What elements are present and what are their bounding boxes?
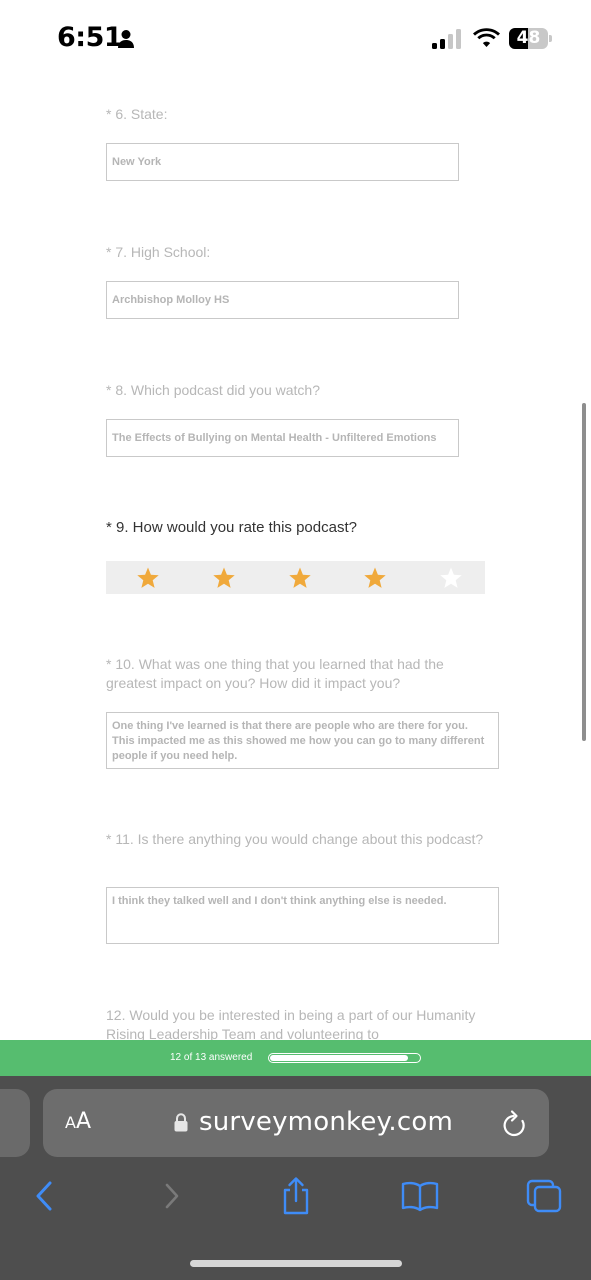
share-icon xyxy=(283,1177,309,1215)
progress-bar-fill xyxy=(270,1055,408,1061)
scrollbar-thumb[interactable] xyxy=(582,403,586,741)
reload-icon[interactable] xyxy=(501,1109,528,1139)
person-icon xyxy=(118,30,134,48)
home-indicator xyxy=(190,1260,402,1267)
back-button[interactable] xyxy=(24,1176,64,1216)
question-6-label: * 6. State: xyxy=(106,106,168,122)
status-bar: 6:51 48 xyxy=(0,0,591,70)
signal-icon xyxy=(432,29,461,49)
forward-icon xyxy=(165,1183,179,1209)
bookmarks-button[interactable] xyxy=(400,1176,440,1216)
bookmarks-icon xyxy=(401,1181,439,1212)
progress-bar xyxy=(268,1053,421,1063)
forward-button[interactable] xyxy=(152,1176,192,1216)
question-8-label: * 8. Which podcast did you watch? xyxy=(106,382,321,398)
share-button[interactable] xyxy=(276,1176,316,1216)
star-4-icon[interactable] xyxy=(363,566,387,590)
browser-toolbar: AA surveymonkey.com xyxy=(0,1076,591,1280)
question-11-label: * 11. Is there anything you would change… xyxy=(106,831,484,847)
high-school-answer-field[interactable]: Archbishop Molloy HS xyxy=(106,281,459,319)
star-rating xyxy=(106,561,485,594)
reader-settings-button[interactable]: AA xyxy=(65,1109,91,1134)
wifi-icon xyxy=(473,28,500,47)
tabs-icon xyxy=(526,1179,562,1213)
star-2-icon[interactable] xyxy=(212,566,236,590)
state-answer-field[interactable]: New York xyxy=(106,143,459,181)
question-9-label: * 9. How would you rate this podcast? xyxy=(106,519,357,536)
star-1-icon[interactable] xyxy=(136,566,160,590)
url-text: surveymonkey.com xyxy=(199,1107,453,1137)
battery-level: 48 xyxy=(516,28,541,48)
podcast-answer-field[interactable]: The Effects of Bullying on Mental Health… xyxy=(106,419,459,457)
question-12-label: 12. Would you be interested in being a p… xyxy=(106,1007,476,1042)
status-time: 6:51 xyxy=(57,22,123,53)
progress-text: 12 of 13 answered xyxy=(170,1052,253,1063)
question-7-label: * 7. High School: xyxy=(106,244,211,260)
question-10-label: * 10. What was one thing that you learne… xyxy=(106,656,444,691)
change-answer-field[interactable]: I think they talked well and I don't thi… xyxy=(106,887,499,944)
learned-answer-field[interactable]: One thing I've learned is that there are… xyxy=(106,712,499,769)
progress-footer: 12 of 13 answered xyxy=(0,1040,591,1076)
previous-tab-preview[interactable] xyxy=(0,1089,30,1157)
address-bar[interactable]: AA surveymonkey.com xyxy=(43,1089,549,1157)
tabs-button[interactable] xyxy=(524,1176,564,1216)
battery-icon: 48 xyxy=(509,28,552,49)
star-5-icon[interactable] xyxy=(439,566,463,590)
star-3-icon[interactable] xyxy=(288,566,312,590)
back-icon xyxy=(36,1181,52,1211)
lock-icon xyxy=(174,1113,188,1132)
